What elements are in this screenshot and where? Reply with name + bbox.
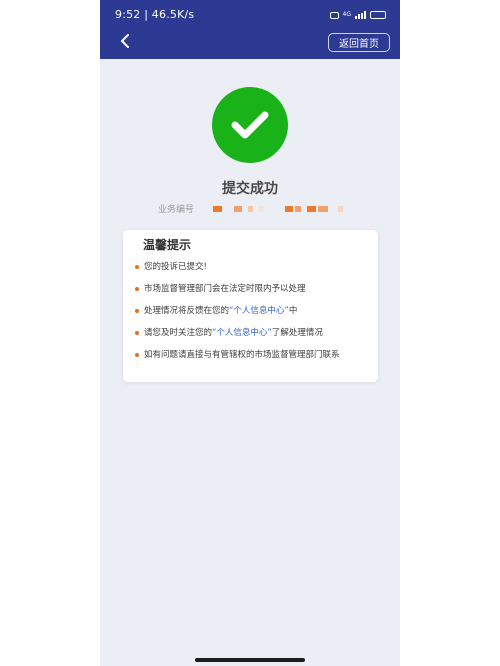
success-title: 提交成功 <box>222 181 278 197</box>
status-icons: 4G <box>329 9 386 21</box>
notice-list: 您的投诉已提交! 市场监督管理部门会在法定时限内予以处理 处理情况将反馈在您的“… <box>135 261 371 371</box>
back-button[interactable] <box>118 33 132 49</box>
bullet-dot-icon <box>135 265 139 269</box>
back-to-home-button[interactable]: 返回首页 <box>328 33 390 52</box>
notice-item: 处理情况将反馈在您的“个人信息中心”中 <box>135 305 371 318</box>
signal-icon <box>355 11 366 19</box>
notice-item: 请您及时关注您的“个人信息中心”了解处理情况 <box>135 327 371 340</box>
business-number-label: 业务编号 <box>158 204 195 215</box>
bullet-dot-icon <box>135 331 139 335</box>
bullet-dot-icon <box>135 287 139 291</box>
personal-center-link[interactable]: “个人信息中心” <box>229 306 289 316</box>
chevron-left-icon <box>121 34 129 48</box>
notice-item: 如有问题请直接与有管辖权的市场监督管理部门联系 <box>135 349 371 362</box>
notice-item: 您的投诉已提交! <box>135 261 371 274</box>
hd-icon <box>329 11 339 19</box>
notice-card: 温馨提示 您的投诉已提交! 市场监督管理部门会在法定时限内予以处理 处理情况将反… <box>123 230 378 382</box>
checkmark-icon <box>231 111 269 139</box>
business-number-row: 业务编号 <box>158 201 206 215</box>
status-time: 9:52 | 46.5K/s <box>115 8 195 21</box>
app-header: 9:52 | 46.5K/s 4G 返回首页 <box>100 0 400 59</box>
network-type: 4G <box>342 11 351 18</box>
home-indicator <box>195 658 305 662</box>
battery-icon <box>370 11 386 19</box>
bullet-dot-icon <box>135 309 139 313</box>
personal-center-link[interactable]: “个人信息中心” <box>212 328 272 338</box>
bullet-dot-icon <box>135 353 139 357</box>
phone-screen: 9:52 | 46.5K/s 4G 返回首页 提交成功 业务编号 温馨提示 您的… <box>100 0 400 666</box>
notice-title: 温馨提示 <box>143 238 192 252</box>
notice-item: 市场监督管理部门会在法定时限内予以处理 <box>135 283 371 296</box>
check-circle-icon <box>212 87 288 163</box>
status-bar: 9:52 | 46.5K/s 4G <box>100 0 400 30</box>
